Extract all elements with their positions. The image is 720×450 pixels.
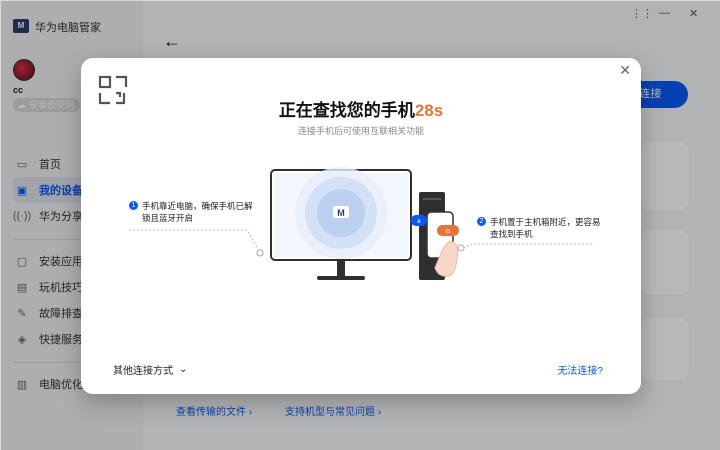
screen-logo: M	[337, 208, 345, 218]
svg-text:ʙ: ʙ	[417, 219, 420, 225]
phone-graphic: ʙ ⊙	[411, 211, 459, 277]
leader-dot	[256, 249, 264, 257]
step-1: 1 手机靠近电脑，确保手机已解锁且蓝牙开启	[129, 200, 253, 224]
cant-connect-link[interactable]: 无法连接?	[557, 362, 603, 377]
step-2: 2 手机置于主机箱附近，更容易查找到手机	[477, 216, 601, 240]
leader-dot	[457, 244, 465, 252]
find-phone-dialog: ✕ 正在查找您的手机28s 连接手机后可使用互联相关功能 M ʙ ⊙ 1 手机靠…	[81, 58, 641, 394]
step-number: 1	[129, 201, 138, 210]
step-number: 2	[477, 217, 486, 226]
other-connection-methods-dropdown[interactable]: 其他连接方式 ⌄	[113, 362, 187, 377]
app-window: M 华为电脑管家 cc ☁ 安装云空间 ▭ 首页 ▣ 我的设备 ((·)) 华为…	[0, 0, 720, 450]
monitor-graphic: M	[270, 167, 412, 280]
step-text: 手机置于主机箱附近，更容易查找到手机	[490, 217, 601, 239]
svg-text:⊙: ⊙	[445, 229, 450, 235]
other-methods-label: 其他连接方式	[113, 366, 173, 377]
step-text: 手机靠近电脑，确保手机已解锁且蓝牙开启	[142, 201, 253, 223]
chevron-down-icon: ⌄	[179, 364, 188, 375]
